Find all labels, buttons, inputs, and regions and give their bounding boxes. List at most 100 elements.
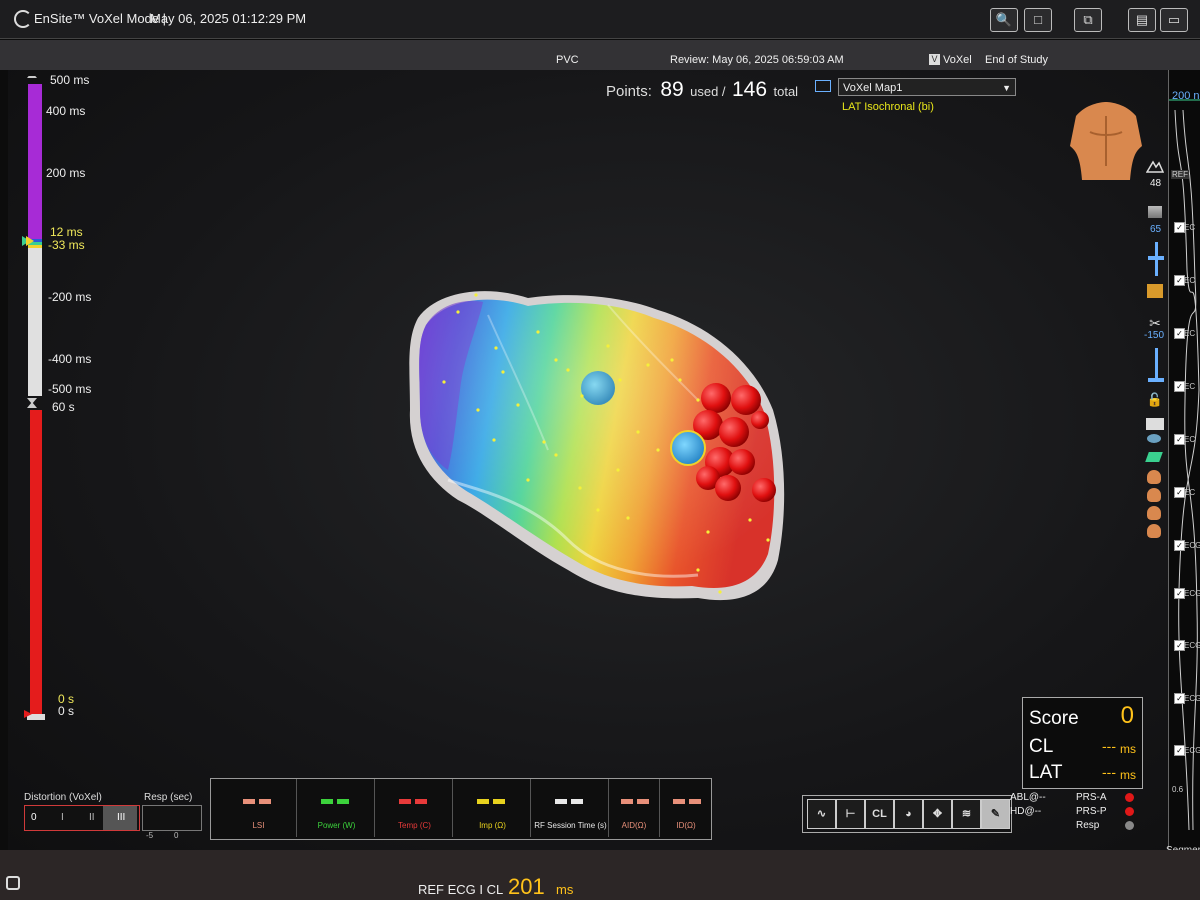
prs-p-label: PRS-P xyxy=(1076,806,1107,817)
lat-tick: -400 ms xyxy=(48,352,92,366)
map-select-value: VoXel Map1 xyxy=(843,82,903,94)
catheter-icon[interactable]: ✎ xyxy=(981,799,1010,829)
ecg-waveform-strip[interactable]: 200 n REF 0.6 xyxy=(1168,70,1200,850)
metric-value-dashes xyxy=(243,799,271,804)
move-icon[interactable]: ✥ xyxy=(923,799,952,829)
map-type-label: LAT Isochronal (bi) xyxy=(842,101,934,113)
calipers-icon[interactable]: ⊢ xyxy=(836,799,865,829)
ecg-channel-label: ECG xyxy=(1184,541,1200,550)
mode-label[interactable]: VoXel xyxy=(943,54,972,66)
lat-color-scale: 500 ms 400 ms 200 ms 12 ms -33 ms -200 m… xyxy=(22,73,112,726)
resp-window[interactable] xyxy=(142,805,202,831)
ref-ecg-label: REF ECG I CL xyxy=(418,882,504,897)
layers-icon[interactable] xyxy=(1148,206,1162,218)
score-panel: Score 0 CL --- ms LAT --- ms xyxy=(1022,697,1143,789)
opacity-slider-thumb[interactable] xyxy=(1148,256,1164,260)
landmark-marker[interactable] xyxy=(581,371,615,405)
torso-view-lao-icon[interactable] xyxy=(1147,506,1161,520)
chamber-geometry[interactable] xyxy=(8,70,1168,850)
tool-value: 65 xyxy=(1150,224,1162,235)
map-list-icon[interactable] xyxy=(815,80,831,92)
torso-view-ap-icon[interactable] xyxy=(1147,470,1161,484)
abl-status: ABL@-- xyxy=(1010,792,1046,803)
gauge-icon[interactable]: ◕ xyxy=(894,799,923,829)
window-icon[interactable]: ▭ xyxy=(1160,8,1188,32)
torso-orientation-icon[interactable] xyxy=(1056,96,1156,186)
eye-icon[interactable] xyxy=(1147,434,1161,443)
torso-view-pa-icon[interactable] xyxy=(1147,488,1161,502)
flash-icon[interactable] xyxy=(1147,284,1163,298)
ecg-channel-label: ECG xyxy=(1184,746,1200,755)
signal-icon[interactable]: ≋ xyxy=(952,799,981,829)
ecg-channel-label: EC xyxy=(1184,329,1196,338)
clip-slider-thumb[interactable] xyxy=(1148,378,1164,382)
tool-value: 48 xyxy=(1150,178,1162,189)
metric-label: ID(Ω) xyxy=(676,821,696,830)
lat-tick: 400 ms xyxy=(46,104,86,118)
lat-label: LAT xyxy=(1029,762,1063,783)
metric-impedance: Imp (Ω) xyxy=(455,779,531,837)
time-tick-zero: 0 s xyxy=(58,704,75,718)
map-viewport[interactable] xyxy=(8,70,1168,850)
ecg-channel-label: EC xyxy=(1184,382,1196,391)
prs-a-led xyxy=(1125,793,1134,802)
score-value: 0 xyxy=(1120,702,1134,729)
distortion-option[interactable]: III xyxy=(117,812,125,823)
metric-label: Imp (Ω) xyxy=(479,821,506,830)
voxel-icon: V xyxy=(929,54,940,65)
lat-tick-lower: -33 ms xyxy=(48,238,85,252)
distortion-option[interactable]: 0 xyxy=(31,812,37,823)
search-icon[interactable]: 🔍 xyxy=(990,8,1018,32)
cl-label: CL xyxy=(1029,736,1054,757)
unlock-icon[interactable]: 🔓 xyxy=(1146,392,1164,410)
ablation-metrics-panel: LSI Power (W) Temp (C) Imp (Ω) RF Sessio… xyxy=(210,778,712,840)
distortion-option[interactable]: II xyxy=(89,812,95,823)
windows-icon[interactable]: ⧉ xyxy=(1074,8,1102,32)
screenshot-icon[interactable]: □ xyxy=(1024,8,1052,32)
points-total: 146 xyxy=(732,78,768,101)
metric-value-dashes xyxy=(399,799,427,804)
cl-icon[interactable]: CL xyxy=(865,799,894,829)
cl-icon-label: CL xyxy=(872,808,887,820)
metric-value-dashes xyxy=(555,799,583,804)
resp-min: -5 xyxy=(146,831,154,840)
distortion-selector[interactable]: 0 I II III xyxy=(24,805,140,831)
metric-value-dashes xyxy=(621,799,649,804)
metric-label: AID(Ω) xyxy=(621,821,647,830)
map-select[interactable]: VoXel Map1 ▼ xyxy=(838,78,1016,96)
clip-slider[interactable] xyxy=(1155,348,1158,380)
end-of-study-button[interactable]: End of Study xyxy=(985,54,1048,66)
chevron-down-icon: ▼ xyxy=(1002,83,1011,93)
mountain-icon[interactable] xyxy=(1146,156,1164,174)
ecg-channel-label: ECG xyxy=(1184,589,1200,598)
ecg-channel-label: EC xyxy=(1184,435,1196,444)
clock-datetime: May 06, 2025 01:12:29 PM xyxy=(150,11,307,26)
study-info-bar: PVC Review: May 06, 2025 06:59:03 AM V V… xyxy=(0,40,1200,70)
resp-indicator-label: Resp xyxy=(1076,820,1100,831)
metric-value-dashes xyxy=(673,799,701,804)
lat-value: --- xyxy=(1102,764,1116,780)
ecg-icon[interactable]: ∿ xyxy=(807,799,836,829)
metric-label: Temp (C) xyxy=(398,821,431,830)
landmark-marker[interactable] xyxy=(670,430,706,466)
lat-tick: -200 ms xyxy=(48,290,92,304)
prs-p-led xyxy=(1125,807,1134,816)
metric-power: Power (W) xyxy=(299,779,375,837)
lat-tick: -500 ms xyxy=(48,382,92,396)
layout-icon[interactable]: ▤ xyxy=(1128,8,1156,32)
note-icon[interactable] xyxy=(1146,418,1164,430)
ecg-footer: 0.6 xyxy=(1172,785,1184,794)
review-datetime: Review: May 06, 2025 06:59:03 AM xyxy=(670,54,844,66)
lat-unit: ms xyxy=(1120,768,1136,782)
metric-lsi: LSI xyxy=(221,779,297,837)
distortion-option[interactable]: I xyxy=(61,812,64,823)
metric-label: Power (W) xyxy=(317,821,356,830)
metric-label: RF Session Time (s) xyxy=(534,821,607,830)
metric-temp: Temp (C) xyxy=(377,779,453,837)
score-label: Score xyxy=(1029,708,1079,729)
tool-value: -150 xyxy=(1144,330,1165,341)
prs-a-label: PRS-A xyxy=(1076,792,1107,803)
metric-rf-session-time: RF Session Time (s) xyxy=(533,779,609,837)
torso-view-rao-icon[interactable] xyxy=(1147,524,1161,538)
ecg-channel-label: EC xyxy=(1184,276,1196,285)
